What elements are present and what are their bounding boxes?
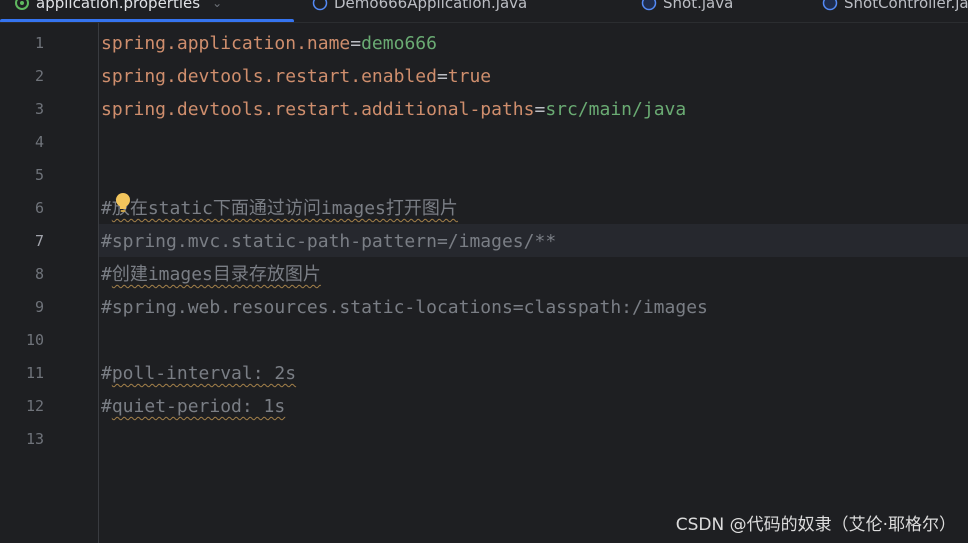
tab-application-properties[interactable]: application.properties ⌄ [14,0,222,18]
line-number: 1 [34,34,44,52]
tab-label: Demo666Application.java [334,0,528,12]
java-class-icon [312,0,328,11]
comment-text: quiet-period: 1s [111,396,286,417]
editor-tab-bar: application.properties ⌄ Demo666Applicat… [0,0,968,23]
java-class-icon [641,0,657,11]
tab-label: Shot.java [663,0,734,12]
line-number: 4 [34,133,44,151]
java-class-icon [822,0,838,11]
code-line-9[interactable]: #spring.web.resources.static-locations=c… [101,291,708,324]
code-line-6[interactable]: #放在static下面通过访问images打开图片 [101,192,458,225]
line-number: 8 [34,265,44,283]
tab-label: application.properties [36,0,201,12]
line-number: 5 [34,166,44,184]
tab-demo666-application[interactable]: Demo666Application.java [312,0,527,18]
code-line-3[interactable]: spring.devtools.restart.additional-paths… [101,93,686,126]
comment-hash: # [101,198,112,219]
tab-shot-controller[interactable]: ShotController.java [822,0,968,18]
comment-text: #spring.mvc.static-path-pattern=/images/… [101,231,557,252]
property-key: spring.application.name [101,33,351,54]
comment-text: 放在static下面通过访问images打开图片 [111,198,458,219]
line-number: 10 [25,331,44,349]
property-value: src/main/java [545,99,687,120]
line-number: 6 [34,199,44,217]
line-number: 2 [34,67,44,85]
comment-hash: # [101,396,112,417]
code-line-2[interactable]: spring.devtools.restart.enabled=true [101,60,491,93]
equals-sign: = [534,99,546,120]
csdn-watermark: CSDN @代码的奴隶（艾伦·耶格尔） [675,515,956,535]
tab-shot-java[interactable]: Shot.java [641,0,733,18]
comment-hash: # [101,363,112,384]
line-number: 3 [34,100,44,118]
property-value: true [447,66,492,87]
property-key: spring.devtools.restart.additional-paths [101,99,535,120]
equals-sign: = [436,66,448,87]
properties-file-icon [15,0,29,10]
comment-text: poll-interval: 2s [111,363,297,384]
tab-label: ShotController.java [844,0,968,12]
comment-text: #spring.web.resources.static-locations=c… [101,297,708,318]
code-line-1[interactable]: spring.application.name=demo666 [101,27,437,60]
ide-window: application.properties ⌄ Demo666Applicat… [0,0,968,543]
comment-text: 创建images目录存放图片 [111,264,321,285]
chevron-down-icon[interactable]: ⌄ [212,0,222,10]
property-key: spring.devtools.restart.enabled [101,66,437,87]
lightbulb-icon[interactable] [114,192,132,214]
line-number: 13 [25,430,44,448]
line-number-current: 7 [34,232,44,250]
code-line-7[interactable]: #spring.mvc.static-path-pattern=/images/… [101,225,556,258]
line-number: 9 [34,298,44,316]
property-value: demo666 [361,33,437,54]
equals-sign: = [350,33,362,54]
code-line-12[interactable]: #quiet-period: 1s [101,390,285,423]
comment-hash: # [101,264,112,285]
line-number: 12 [25,397,44,415]
code-line-8[interactable]: #创建images目录存放图片 [101,258,321,291]
line-number-gutter[interactable]: 1 2 3 4 5 6 7 8 9 10 11 12 13 [0,23,99,543]
code-line-11[interactable]: #poll-interval: 2s [101,357,296,390]
line-number: 11 [25,364,44,382]
